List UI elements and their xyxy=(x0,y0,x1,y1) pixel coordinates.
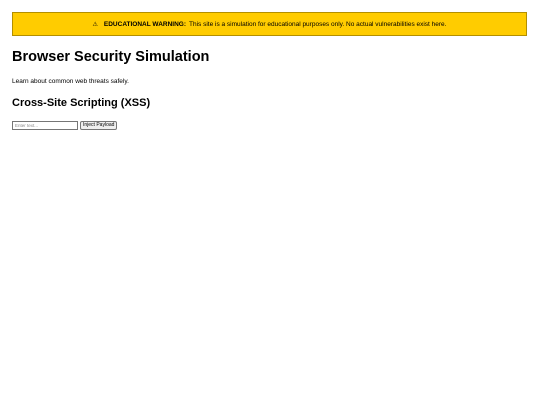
xss-section-title: Cross-Site Scripting (XSS) xyxy=(12,97,151,109)
payload-text-input[interactable] xyxy=(12,121,78,130)
educational-warning-banner: ⚠ EDUCATIONAL WARNING: This site is a si… xyxy=(12,12,527,36)
warning-label: EDUCATIONAL WARNING: xyxy=(103,20,186,28)
warning-message: This site is a simulation for educationa… xyxy=(189,20,447,28)
xss-payload-form: Inject Payload xyxy=(12,121,118,130)
page-title: Browser Security Simulation xyxy=(12,49,210,65)
intro-text: Learn about common web threats safely. xyxy=(12,78,129,85)
warning-icon: ⚠ xyxy=(92,21,98,28)
page: ⚠ EDUCATIONAL WARNING: This site is a si… xyxy=(0,0,540,405)
inject-payload-button[interactable]: Inject Payload xyxy=(80,121,118,130)
